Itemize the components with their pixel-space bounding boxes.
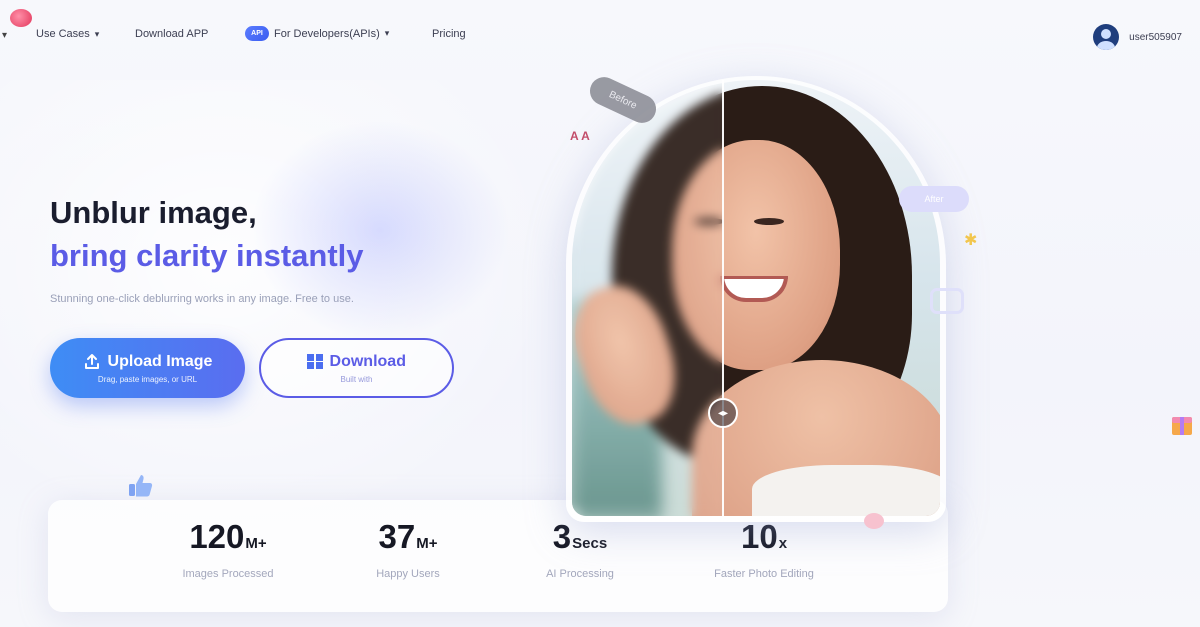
heart-icon [864, 513, 884, 529]
stat-value: 120 [189, 518, 245, 555]
windows-icon [307, 353, 323, 370]
hero-subtitle: Stunning one-click deblurring works in a… [50, 293, 354, 305]
sparkle-icon: ✱ [964, 232, 978, 249]
upload-icon [84, 353, 99, 369]
chevron-down-icon: ▾ [94, 28, 100, 39]
user-menu[interactable]: user505907 [1093, 24, 1182, 50]
chevron-down-icon: ▾ [384, 28, 390, 38]
camera-icon [930, 288, 964, 314]
stat-label: Images Processed [182, 568, 274, 580]
avatar[interactable] [1093, 24, 1120, 50]
stat-ai-processing: 3Secs AI Processing [480, 518, 680, 580]
stat-suffix: x [778, 535, 788, 552]
photo-eye [754, 218, 784, 225]
nav-item-use-cases[interactable]: Use Cases ▾ [36, 28, 99, 40]
stat-suffix: Secs [572, 535, 608, 552]
stat-suffix: M+ [416, 535, 438, 552]
nav-item-label: For Developers(APIs) [274, 27, 380, 40]
nav-item-label: Download APP [135, 28, 209, 40]
preview-photo [572, 80, 940, 516]
stat-suffix: M+ [245, 535, 267, 552]
stat-value: 10 [740, 518, 778, 555]
stat-label: AI Processing [546, 568, 614, 580]
stat-faster-editing: 10x Faster Photo Editing [664, 518, 864, 580]
hero-title: Unblur image, [50, 195, 257, 230]
upload-image-button[interactable]: Upload Image Drag, paste images, or URL [50, 338, 245, 398]
cloud-icon: API [245, 26, 269, 41]
username: user505907 [1129, 31, 1182, 43]
upload-button-label: Upload Image [107, 352, 213, 370]
compare-slider-handle[interactable]: ◂▸ [708, 398, 738, 428]
stat-value: 3 [552, 518, 572, 555]
nav-item-label: Pricing [432, 28, 466, 40]
download-button-label: Download [329, 352, 406, 370]
photo-top [752, 465, 940, 516]
stat-label: Faster Photo Editing [714, 568, 814, 580]
download-button[interactable]: Download Built with [259, 338, 454, 398]
stat-happy-users: 37M+ Happy Users [308, 518, 508, 580]
after-badge: After [899, 186, 969, 212]
logo-icon[interactable] [10, 9, 32, 27]
nav-item-label: Use Cases [36, 28, 90, 40]
thumbs-up-icon [129, 475, 153, 497]
nav-item-for-developers[interactable]: API For Developers(APIs) ▾ [245, 26, 389, 41]
nav-item-pricing[interactable]: Pricing [432, 28, 466, 40]
download-button-hint: Built with [340, 374, 373, 384]
stat-label: Happy Users [376, 568, 440, 580]
blurred-half-overlay [572, 80, 724, 516]
nav-item-download-app[interactable]: Download APP [135, 28, 208, 40]
hero-title-accent: bring clarity instantly [50, 238, 364, 273]
background-glow-accent [250, 120, 510, 340]
stat-value: 37 [378, 518, 416, 555]
top-nav: ▾ Use Cases ▾ Download APP API For Devel… [0, 0, 1200, 70]
stat-images-processed: 120M+ Images Processed [128, 518, 328, 580]
gift-box-icon [1172, 417, 1192, 435]
upload-button-hint: Drag, paste images, or URL [97, 374, 198, 384]
chevron-down-icon[interactable]: ▾ [2, 30, 7, 41]
compare-divider[interactable] [722, 80, 724, 516]
font-size-icon: A A [570, 129, 590, 143]
